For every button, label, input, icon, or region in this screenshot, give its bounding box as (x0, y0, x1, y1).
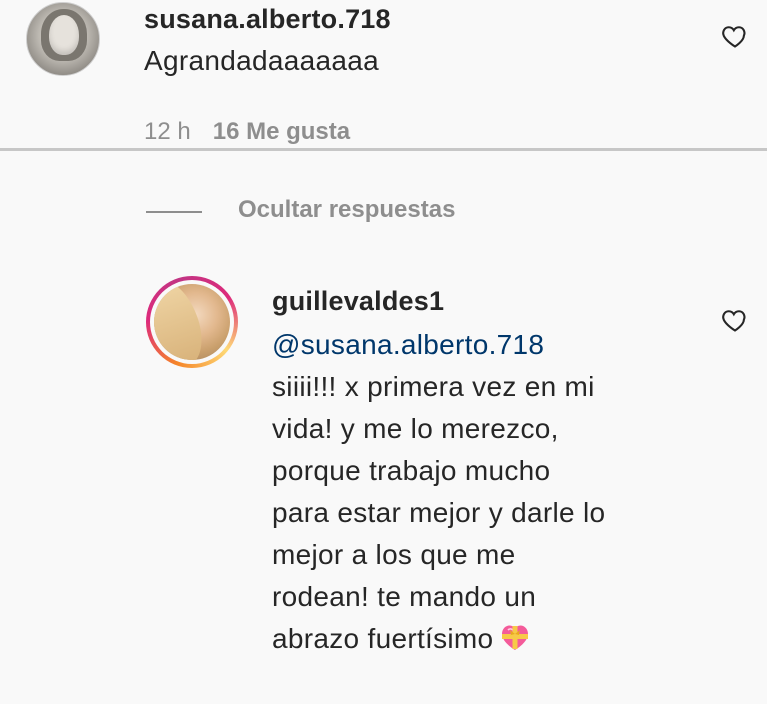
comment-meta: 12 h 16 Me gusta (144, 118, 350, 146)
replies-line (146, 211, 202, 213)
divider (0, 148, 767, 151)
reply-line: mejor a los que me (272, 539, 516, 570)
heart-icon[interactable] (720, 306, 750, 334)
comment-likes[interactable]: 16 Me gusta (213, 118, 350, 145)
comment-time: 12 h (144, 118, 191, 145)
reply-line: porque trabajo mucho (272, 455, 551, 486)
reply-line: rodean! te mando un (272, 581, 537, 612)
comment-text: Agrandadaaaaaaa (144, 45, 379, 76)
reply-line: abrazo fuertísimo (272, 623, 494, 654)
avatar[interactable] (26, 2, 100, 76)
avatar-face (49, 15, 79, 55)
reply-body: @susana.alberto.718 siiii!!! x primera v… (272, 324, 605, 660)
heart-icon[interactable] (720, 22, 750, 50)
reply-line: para estar mejor y darle lo (272, 497, 606, 528)
reply-username[interactable]: guillevaldes1 (272, 286, 444, 317)
hide-replies-button[interactable]: Ocultar respuestas (238, 196, 455, 224)
reply-line-last: abrazo fuertísimo (272, 618, 605, 660)
heart-with-ribbon-emoji-icon (502, 625, 529, 650)
avatar-hair (154, 284, 211, 360)
avatar (154, 284, 230, 360)
mention-link[interactable]: @susana.alberto.718 (272, 324, 605, 366)
comment-username[interactable]: susana.alberto.718 (144, 4, 391, 35)
reply-line: vida! y me lo merezco, (272, 413, 559, 444)
reply-line: siiii!!! x primera vez en mi (272, 371, 595, 402)
story-ring[interactable] (146, 276, 238, 368)
